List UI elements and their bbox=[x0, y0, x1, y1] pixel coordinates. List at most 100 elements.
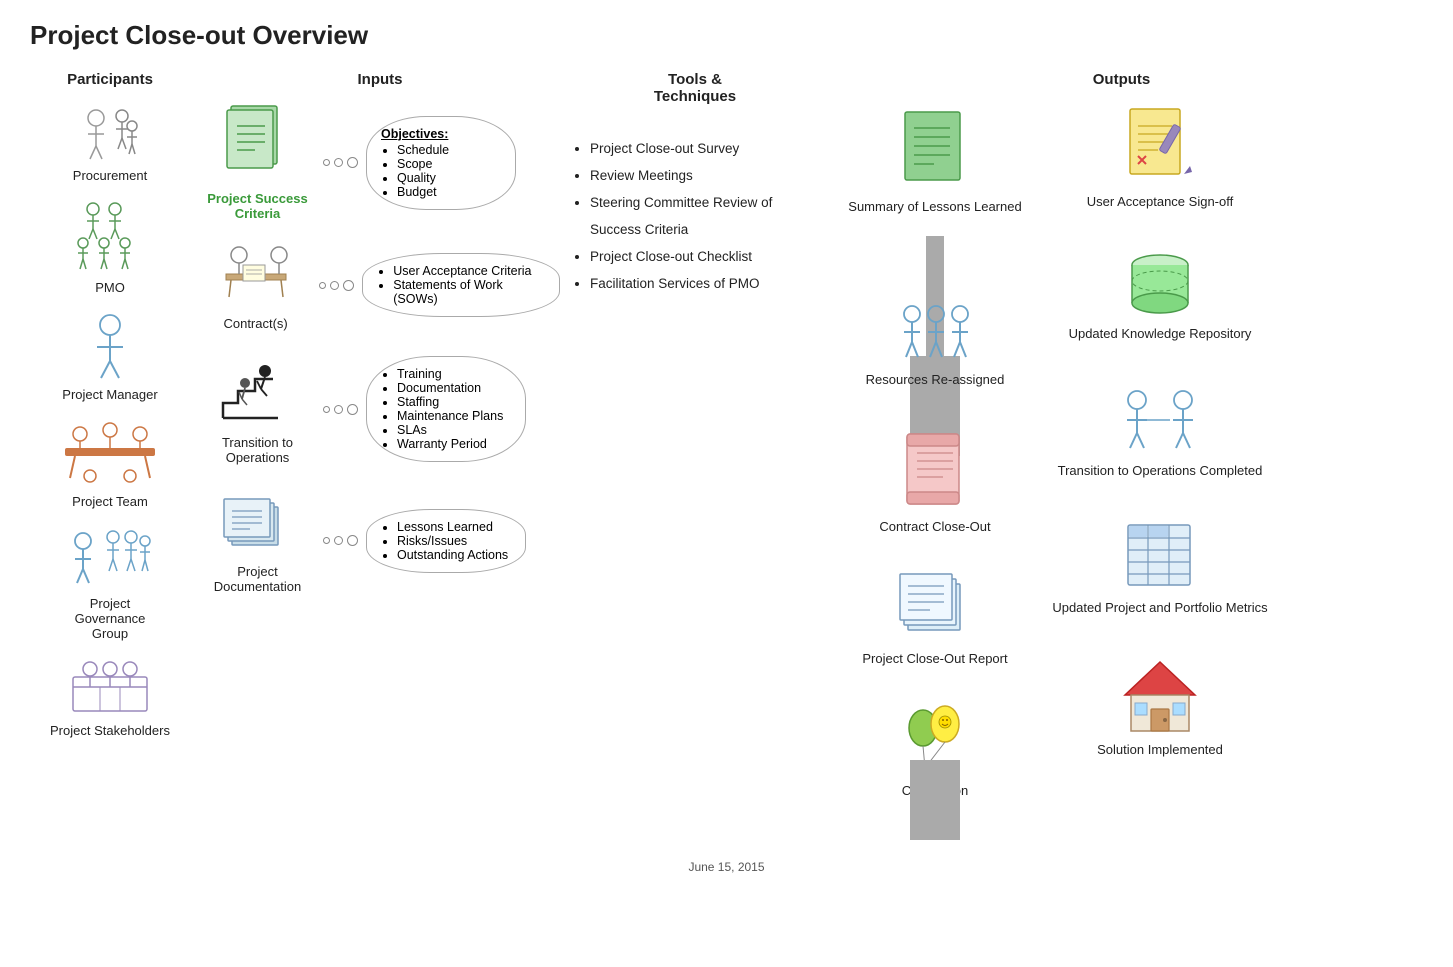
transition-label: Transition to Operations bbox=[200, 435, 315, 465]
participant-procurement: Procurement bbox=[30, 104, 190, 183]
procurement-icon bbox=[74, 104, 146, 164]
stakeholders-label: Project Stakeholders bbox=[50, 723, 170, 738]
inputs-header: Inputs bbox=[200, 71, 560, 88]
procurement-label: Procurement bbox=[73, 168, 147, 183]
thought-item: Quality bbox=[397, 171, 501, 185]
output-knowledge-repo: Updated Knowledge Repository bbox=[1069, 251, 1252, 341]
project-team-label: Project Team bbox=[72, 494, 148, 509]
input-icon-documentation: Project Documentation bbox=[200, 487, 315, 594]
input-transition: Transition to Operations Training Docume… bbox=[200, 353, 560, 465]
project-manager-icon bbox=[85, 313, 135, 383]
tools-column: Tools &Techniques Project Close-out Surv… bbox=[560, 71, 820, 840]
user-acceptance-label: User Acceptance Sign-off bbox=[1087, 194, 1233, 209]
knowledge-repo-icon bbox=[1120, 251, 1200, 321]
thought-title-success: Objectives: bbox=[381, 127, 501, 141]
portfolio-metrics-label: Updated Project and Portfolio Metrics bbox=[1052, 600, 1267, 615]
output-closeout-report: Project Close-Out Report bbox=[862, 566, 1007, 666]
documentation-label: Project Documentation bbox=[200, 564, 315, 594]
input-project-success: Project Success Criteria Objectives: Sch… bbox=[200, 104, 560, 221]
success-criteria-label: Project Success Criteria bbox=[200, 191, 315, 221]
portfolio-metrics-icon bbox=[1120, 520, 1200, 595]
participants-header: Participants bbox=[30, 71, 190, 88]
date-footer: June 15, 2015 bbox=[30, 860, 1423, 874]
documentation-icon bbox=[220, 487, 295, 562]
outputs-columns: Summary of Lessons Learned bbox=[820, 104, 1423, 840]
inputs-column: Inputs Project Success Criteria bbox=[190, 71, 560, 840]
knowledge-repo-label: Updated Knowledge Repository bbox=[1069, 326, 1252, 341]
outputs-header: Outputs bbox=[820, 71, 1423, 88]
thought-item: Warranty Period bbox=[397, 437, 511, 451]
solution-implemented-label: Solution Implemented bbox=[1097, 742, 1223, 757]
lessons-learned-icon bbox=[890, 104, 980, 194]
output-resources: Resources Re-assigned bbox=[866, 302, 1005, 387]
thought-connector-dots-4 bbox=[323, 535, 358, 546]
user-acceptance-icon bbox=[1120, 104, 1200, 189]
tool-item-5: Facilitation Services of PMO bbox=[590, 270, 820, 297]
success-criteria-document-icon bbox=[223, 104, 293, 189]
thought-connector-dots-1 bbox=[323, 157, 358, 168]
participant-stakeholders: Project Stakeholders bbox=[30, 659, 190, 738]
output-portfolio-metrics: Updated Project and Portfolio Metrics bbox=[1052, 520, 1267, 615]
thought-bubble-contracts: User Acceptance Criteria Statements of W… bbox=[362, 253, 560, 317]
thought-connector-dots-3 bbox=[323, 404, 358, 415]
resources-label: Resources Re-assigned bbox=[866, 372, 1005, 387]
tool-item-2: Review Meetings bbox=[590, 162, 820, 189]
thought-bubble-documentation: Lessons Learned Risks/Issues Outstanding… bbox=[366, 509, 526, 573]
thought-item: Training bbox=[397, 367, 511, 381]
output-user-acceptance: User Acceptance Sign-off bbox=[1087, 104, 1233, 209]
output-lessons-learned: Summary of Lessons Learned bbox=[848, 104, 1021, 214]
up-arrow-icon bbox=[910, 760, 960, 840]
transition-completed-label: Transition to Operations Completed bbox=[1058, 463, 1263, 478]
governance-group-icon bbox=[65, 527, 155, 592]
lessons-learned-label: Summary of Lessons Learned bbox=[848, 199, 1021, 214]
thought-bubble-transition: Training Documentation Staffing Maintena… bbox=[366, 356, 526, 462]
transition-icon bbox=[213, 353, 303, 433]
tools-list: Project Close-out Survey Review Meetings… bbox=[570, 135, 820, 297]
input-documentation: Project Documentation Lessons Learned Ri… bbox=[200, 487, 560, 594]
thought-bubble-success: Objectives: Schedule Scope Quality Budge… bbox=[366, 116, 516, 210]
output-transition-completed: Transition to Operations Completed bbox=[1058, 388, 1263, 478]
contract-closeout-label: Contract Close-Out bbox=[879, 519, 990, 534]
thought-item: Lessons Learned bbox=[397, 520, 511, 534]
thought-item: Outstanding Actions bbox=[397, 548, 511, 562]
resources-icon bbox=[890, 302, 980, 367]
contract-closeout-icon bbox=[895, 429, 975, 514]
thought-item: Documentation bbox=[397, 381, 511, 395]
governance-label: Project Governance Group bbox=[55, 596, 165, 641]
page: Project Close-out Overview Participants bbox=[0, 0, 1453, 894]
tool-item-1: Project Close-out Survey bbox=[590, 135, 820, 162]
outputs-right-col: User Acceptance Sign-off bbox=[1050, 104, 1270, 840]
thought-item: Schedule bbox=[397, 143, 501, 157]
thought-item: Scope bbox=[397, 157, 501, 171]
input-icon-success: Project Success Criteria bbox=[200, 104, 315, 221]
input-icon-transition: Transition to Operations bbox=[200, 353, 315, 465]
solution-implemented-icon bbox=[1115, 657, 1205, 737]
thought-item: SLAs bbox=[397, 423, 511, 437]
thought-item: User Acceptance Criteria bbox=[393, 264, 545, 278]
page-title: Project Close-out Overview bbox=[30, 20, 1423, 51]
thought-item: Statements of Work (SOWs) bbox=[393, 278, 545, 306]
input-contracts: Contract(s) User Acceptance Criteria Sta… bbox=[200, 239, 560, 331]
pmo-icon bbox=[65, 201, 155, 276]
outputs-section: Outputs bbox=[820, 71, 1423, 840]
contracts-label: Contract(s) bbox=[223, 316, 287, 331]
outputs-main-col: Summary of Lessons Learned bbox=[820, 104, 1050, 840]
thought-item: Budget bbox=[397, 185, 501, 199]
thought-item: Risks/Issues bbox=[397, 534, 511, 548]
participant-project-team: Project Team bbox=[30, 420, 190, 509]
thought-item: Staffing bbox=[397, 395, 511, 409]
participant-governance-group: Project Governance Group bbox=[30, 527, 190, 641]
closeout-report-label: Project Close-Out Report bbox=[862, 651, 1007, 666]
transition-completed-icon bbox=[1115, 388, 1205, 458]
stakeholders-icon bbox=[65, 659, 155, 719]
tools-list-container: Project Close-out Survey Review Meetings… bbox=[570, 135, 820, 297]
participant-pmo: PMO bbox=[30, 201, 190, 295]
output-solution-implemented: Solution Implemented bbox=[1097, 657, 1223, 757]
thought-connector-dots-2 bbox=[319, 280, 354, 291]
thought-item: Maintenance Plans bbox=[397, 409, 511, 423]
tool-item-3: Steering Committee Review of Success Cri… bbox=[590, 189, 820, 243]
up-arrow bbox=[910, 760, 960, 840]
input-icon-contracts: Contract(s) bbox=[200, 239, 311, 331]
output-contract-closeout: Contract Close-Out bbox=[879, 429, 990, 534]
participants-column: Participants bbox=[30, 71, 190, 840]
